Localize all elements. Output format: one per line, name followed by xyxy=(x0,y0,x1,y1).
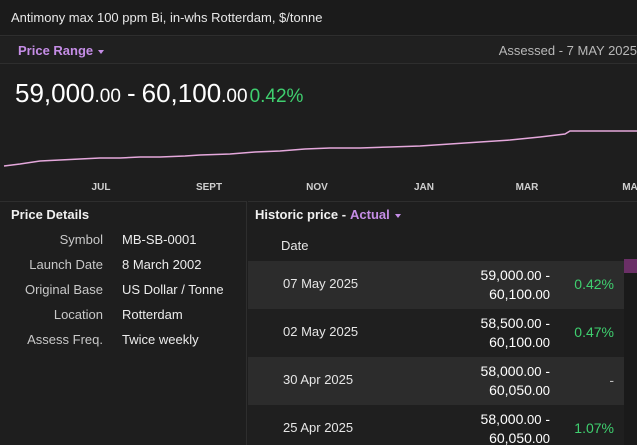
row-date: 07 May 2025 xyxy=(283,276,359,291)
row-price-low-decimals: .00 xyxy=(523,364,542,379)
price-change: 0.42% xyxy=(249,86,304,107)
detail-value: Rotterdam xyxy=(122,307,183,322)
month-label: SEPT xyxy=(196,182,222,193)
row-price: 58,500.00 - 60,100.00 xyxy=(481,314,550,352)
row-change: 0.47% xyxy=(574,324,614,340)
detail-label: Launch Date xyxy=(29,257,103,272)
detail-value: Twice weekly xyxy=(122,332,199,347)
detail-label: Location xyxy=(53,307,103,322)
month-label: NOV xyxy=(306,182,328,193)
month-label: MAR xyxy=(516,182,540,193)
assessed-date: Assessed - 7 MAY 2025 xyxy=(498,43,637,58)
price-high: 60,100 xyxy=(141,78,222,108)
row-change: - xyxy=(609,372,614,388)
chevron-down-icon xyxy=(98,49,105,54)
row-date: 30 Apr 2025 xyxy=(283,372,354,387)
scrollbar-thumb[interactable] xyxy=(624,259,637,273)
row-price-separator: - xyxy=(541,411,550,427)
row-price: 59,000.00 - 60,100.00 xyxy=(481,266,550,304)
month-label: MA xyxy=(622,182,637,193)
row-price-low-decimals: .00 xyxy=(523,316,542,331)
table-row[interactable]: 30 Apr 2025 58,000.00 - 60,050.00 - xyxy=(248,357,624,405)
price-range-label: Price Range xyxy=(18,43,94,58)
month-label: JAN xyxy=(414,182,434,193)
detail-label: Assess Freq. xyxy=(27,332,103,347)
table-row[interactable]: 02 May 2025 58,500.00 - 60,100.00 0.47% xyxy=(248,309,624,357)
detail-row-assess-freq: Assess Freq. Twice weekly xyxy=(0,332,247,357)
detail-row-location: Location Rotterdam xyxy=(0,307,247,332)
row-price-high-decimals: .00 xyxy=(531,431,550,445)
historic-price-header: Historic price - Actual xyxy=(255,207,401,222)
historic-mode-label: Actual xyxy=(350,207,390,222)
price-range-dropdown[interactable]: Price Range xyxy=(18,43,105,58)
detail-value: US Dollar / Tonne xyxy=(122,282,224,297)
row-price-low: 58,000 xyxy=(480,363,524,379)
detail-value: MB-SB-0001 xyxy=(122,232,197,247)
row-price-low: 58,000 xyxy=(480,411,524,427)
chevron-down-icon xyxy=(394,213,401,218)
current-price: 59,000.00-60,100.00 0.42% xyxy=(15,78,303,109)
row-price: 58,000.00 - 60,050.00 xyxy=(481,410,550,445)
scrollbar-track[interactable] xyxy=(624,259,637,445)
title-bar: Antimony max 100 ppm Bi, in-whs Rotterda… xyxy=(0,0,637,36)
row-price-high: 60,100 xyxy=(489,334,532,350)
price-details-panel: Price Details Symbol MB-SB-0001 Launch D… xyxy=(0,201,247,445)
historic-price-title: Historic price - xyxy=(255,207,347,222)
month-labels: JUL SEPT NOV JAN MAR MA xyxy=(92,182,637,193)
row-price-high: 60,050 xyxy=(489,382,532,398)
row-price-high: 60,050 xyxy=(489,430,532,445)
row-price-high-decimals: .00 xyxy=(531,335,550,350)
range-bar: Price Range Assessed - 7 MAY 2025 xyxy=(0,37,637,64)
detail-row-launch-date: Launch Date 8 March 2002 xyxy=(0,257,247,282)
date-header-label: Date xyxy=(281,238,309,253)
price-separator: - xyxy=(126,78,136,108)
table-row[interactable]: 25 Apr 2025 58,000.00 - 60,050.00 1.07% xyxy=(248,405,624,445)
row-price-high-decimals: .00 xyxy=(531,383,550,398)
price-low: 59,000 xyxy=(15,78,95,108)
row-price: 58,000.00 - 60,050.00 xyxy=(481,362,550,400)
historic-mode-dropdown[interactable]: Actual xyxy=(350,207,401,222)
row-price-low: 59,000 xyxy=(480,267,524,283)
row-price-separator: - xyxy=(541,267,550,283)
table-row[interactable]: 07 May 2025 59,000.00 - 60,100.00 0.42% xyxy=(248,261,624,309)
detail-row-original-base: Original Base US Dollar / Tonne xyxy=(0,282,247,307)
row-date: 02 May 2025 xyxy=(283,324,359,339)
historic-price-panel: Historic price - Actual Date 07 May 2025 … xyxy=(248,201,637,445)
row-price-separator: - xyxy=(541,363,550,379)
price-line xyxy=(3,130,637,167)
row-price-high-decimals: .00 xyxy=(531,287,550,302)
row-price-separator: - xyxy=(541,315,550,331)
row-change: 0.42% xyxy=(574,276,614,292)
detail-label: Original Base xyxy=(24,282,103,297)
row-price-low: 58,500 xyxy=(480,315,524,331)
detail-value: 8 March 2002 xyxy=(122,257,202,272)
row-price-low-decimals: .00 xyxy=(523,412,542,427)
detail-label: Symbol xyxy=(59,232,103,247)
page-title: Antimony max 100 ppm Bi, in-whs Rotterda… xyxy=(11,10,323,25)
price-low-decimals: .00 xyxy=(94,86,121,107)
row-price-low-decimals: .00 xyxy=(523,268,542,283)
row-price-high: 60,100 xyxy=(489,286,532,302)
detail-row-symbol: Symbol MB-SB-0001 xyxy=(0,232,247,257)
month-label: JUL xyxy=(92,182,111,193)
row-change: 1.07% xyxy=(574,420,614,436)
price-high-decimals: .00 xyxy=(221,86,248,107)
row-date: 25 Apr 2025 xyxy=(283,420,354,435)
price-chart[interactable]: JUL SEPT NOV JAN MAR MA xyxy=(0,110,637,200)
price-details-title: Price Details xyxy=(11,207,90,222)
date-column-header[interactable]: Date xyxy=(248,229,637,261)
